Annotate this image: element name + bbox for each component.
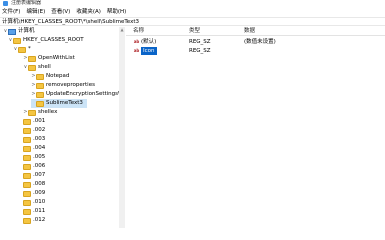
column-name-header[interactable]: 名称 (133, 27, 144, 36)
value-type: REG_SZ (189, 39, 211, 45)
folder-icon (13, 37, 21, 44)
tree-item-label: 计算机 (18, 28, 35, 34)
tree-item-label: shellex (38, 109, 58, 115)
value-row-default[interactable]: ab (默认) REG_SZ (数值未设置) (126, 38, 385, 46)
folder-icon (36, 73, 44, 80)
folder-icon (23, 190, 31, 197)
string-value-icon: ab (133, 39, 140, 44)
tree-item-label: .008 (33, 181, 46, 187)
scroll-up-icon[interactable]: ▲ (119, 27, 125, 33)
column-data-header[interactable]: 数据 (244, 27, 255, 36)
tree-item-label: .009 (33, 190, 46, 196)
folder-icon (23, 199, 31, 206)
folder-icon (23, 208, 31, 215)
menu-view[interactable]: 查看(V) (51, 7, 70, 17)
tree-item-007[interactable]: .007 (18, 171, 45, 180)
value-data: (数值未设置) (244, 39, 276, 45)
values-list: 名称 类型 数据 ab (默认) REG_SZ (数值未设置) ab Icon … (126, 27, 385, 228)
tree-item-001[interactable]: .001 (18, 117, 45, 126)
tree-item-003[interactable]: .003 (18, 135, 45, 144)
tree-item-label: .011 (33, 208, 46, 214)
value-type: REG_SZ (189, 48, 211, 54)
folder-icon (23, 154, 31, 161)
tree-item-label: SublimeText3 (46, 100, 83, 106)
tree-item-label: Notepad (46, 73, 70, 79)
menu-file[interactable]: 文件(F) (2, 7, 20, 17)
folder-icon (36, 100, 44, 107)
tree-item-012[interactable]: .012 (18, 216, 45, 225)
tree-item-sublimetext3[interactable]: SublimeText3 (31, 99, 87, 108)
folder-icon (36, 91, 44, 98)
tree-item-label: .003 (33, 136, 46, 142)
tree-item-label: shell (38, 64, 51, 70)
tree-item-label: * (28, 46, 31, 52)
address-path[interactable]: 计算机\HKEY_CLASSES_ROOT\*\shell\SublimeTex… (2, 18, 139, 26)
tree-item-006[interactable]: .006 (18, 162, 45, 171)
tree-item-openwithlist[interactable]: > OpenWithList (23, 54, 75, 63)
list-header: 名称 类型 数据 (126, 27, 385, 36)
tree-item-shellex[interactable]: > shellex (23, 108, 57, 117)
tree-item-002[interactable]: .002 (18, 126, 45, 135)
folder-icon (23, 118, 31, 125)
tree-item-label: .005 (33, 154, 46, 160)
folder-icon (23, 172, 31, 179)
tree-item-label: .010 (33, 199, 46, 205)
value-name-selected[interactable]: Icon (141, 47, 157, 55)
tree-item-009[interactable]: .009 (18, 189, 45, 198)
window-title: 注册表编辑器 (11, 0, 42, 6)
folder-icon (36, 82, 44, 89)
tree-item-star[interactable]: ∨ * (13, 45, 31, 54)
tree-item-notepad[interactable]: > Notepad (31, 72, 69, 81)
folder-icon (23, 217, 31, 224)
title-bar: 注册表编辑器 (0, 0, 385, 7)
tree-item-label: .006 (33, 163, 46, 169)
menu-favorites[interactable]: 收藏夹(A) (76, 7, 101, 17)
tree-item-010[interactable]: .010 (18, 198, 45, 207)
tree-item-hkcr[interactable]: ∨ HKEY_CLASSES_ROOT (8, 36, 84, 45)
string-value-icon: ab (133, 48, 140, 53)
folder-icon (23, 181, 31, 188)
tree-item-label: removeproperties (46, 82, 95, 88)
tree-item-label: HKEY_CLASSES_ROOT (23, 37, 84, 43)
folder-icon (23, 163, 31, 170)
folder-icon (28, 64, 36, 71)
computer-icon (8, 28, 16, 35)
tree-item-shell[interactable]: ∨ shell (23, 63, 51, 72)
tree-item-label: .002 (33, 127, 46, 133)
menu-help[interactable]: 帮助(H) (107, 7, 126, 17)
folder-icon (28, 109, 36, 116)
tree-item-label: OpenWithList (38, 55, 75, 61)
menu-bar: 文件(F) 编辑(E) 查看(V) 收藏夹(A) 帮助(H) (0, 7, 385, 17)
folder-icon (18, 46, 26, 53)
tree-item-label: .007 (33, 172, 46, 178)
tree-item-updateencryption[interactable]: > UpdateEncryptionSettingsW (31, 90, 123, 99)
tree-item-005[interactable]: .005 (18, 153, 45, 162)
value-name: (默认) (141, 39, 157, 45)
tree-item-label: .012 (33, 217, 46, 223)
tree-item-label: .004 (33, 145, 46, 151)
value-row-icon[interactable]: ab Icon REG_SZ (126, 47, 385, 55)
tree-item-004[interactable]: .004 (18, 144, 45, 153)
address-bar[interactable]: 计算机\HKEY_CLASSES_ROOT\*\shell\SublimeTex… (0, 17, 385, 26)
tree-item-011[interactable]: .011 (18, 207, 45, 216)
tree-item-008[interactable]: .008 (18, 180, 45, 189)
tree-item-computer[interactable]: ∨ 计算机 (3, 27, 35, 36)
folder-icon (23, 136, 31, 143)
tree-item-label: UpdateEncryptionSettingsW (46, 91, 124, 97)
folder-icon (23, 127, 31, 134)
registry-tree: ∨ 计算机 ∨ HKEY_CLASSES_ROOT ∨ * > OpenWith… (0, 27, 125, 228)
column-type-header[interactable]: 类型 (189, 27, 200, 36)
tree-item-removeproperties[interactable]: > removeproperties (31, 81, 95, 90)
folder-icon (28, 55, 36, 62)
tree-scrollbar[interactable]: ▲ (119, 27, 125, 228)
folder-icon (23, 145, 31, 152)
registry-editor-icon (3, 1, 8, 6)
tree-item-label: .001 (33, 118, 46, 124)
menu-edit[interactable]: 编辑(E) (26, 7, 45, 17)
